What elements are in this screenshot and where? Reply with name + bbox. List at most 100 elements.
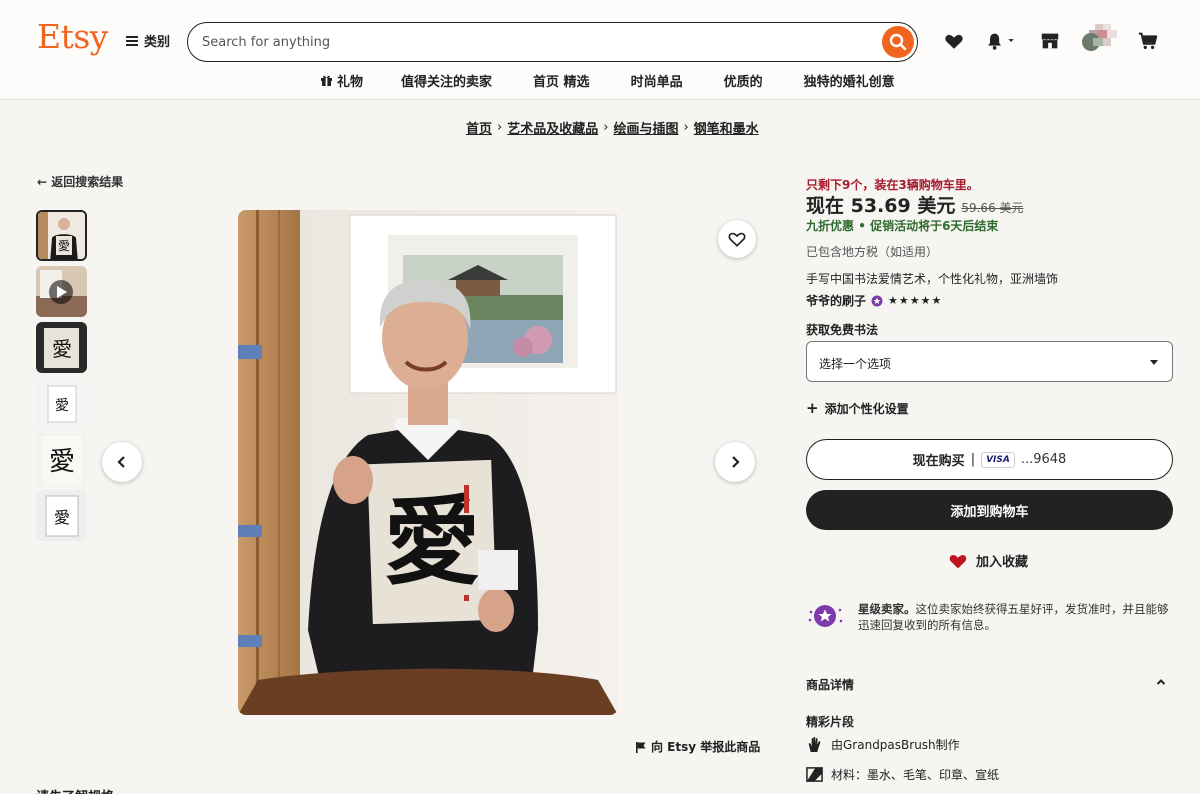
report-label: 向 Etsy 举报此商品 <box>651 740 761 754</box>
product-photo: 愛 <box>238 210 618 715</box>
star-seller-icon <box>808 605 843 627</box>
favorite-image-button[interactable] <box>718 220 756 258</box>
thumbnail-image: 愛 <box>36 378 87 429</box>
etsy-logo[interactable]: Etsy <box>37 17 108 56</box>
main-product-image[interactable]: 愛 <box>238 210 618 715</box>
nav-item-sellers[interactable]: 值得关注的卖家 <box>401 71 492 90</box>
price-row: 现在 53.69 美元 59.66 美元 <box>806 191 1024 218</box>
thumbnail-image: 愛 <box>36 490 87 541</box>
next-image-button[interactable] <box>715 442 755 482</box>
buy-now-label: 现在购买 <box>912 454 965 469</box>
breadcrumb-drawing[interactable]: 绘画与插图 <box>613 118 678 137</box>
nav-item-wedding[interactable]: 独特的婚礼创意 <box>804 71 895 90</box>
option-select-value: 选择一个选项 <box>819 357 892 371</box>
heart-filled-icon <box>949 554 967 568</box>
svg-text:愛: 愛 <box>52 337 72 361</box>
prev-image-button[interactable] <box>102 442 142 482</box>
svg-text:愛: 愛 <box>55 398 69 414</box>
nav-item-gifts[interactable]: 礼物 <box>320 71 363 90</box>
back-to-results-link[interactable]: ← 返回搜索结果 <box>37 173 123 190</box>
add-to-cart-button[interactable]: 添加到购物车 <box>806 490 1173 530</box>
star-seller-description: 星级卖家。这位卖家始终获得五星好评，发货准时，并且能够迅速回复收到的所有信息。 <box>858 601 1173 633</box>
separator: | <box>970 452 976 467</box>
thumbnail-6[interactable]: 愛 <box>36 490 87 541</box>
bullet: • <box>858 219 871 233</box>
breadcrumb-home[interactable]: 首页 <box>466 118 492 137</box>
highlight-materials: 材料：墨水、毛笔、印章、宣纸 <box>806 766 999 783</box>
star-seller-title: 星级卖家。 <box>858 602 916 616</box>
star-seller-notice: 星级卖家。这位卖家始终获得五星好评，发货准时，并且能够迅速回复收到的所有信息。 <box>806 601 1173 633</box>
breadcrumb: 首页 › 艺术品及收藏品 › 绘画与插图 › 钢笔和墨水 <box>466 118 759 137</box>
shop-info: 爷爷的刷子 ★★★★★ <box>806 292 942 309</box>
discount-label: 九折优惠 <box>806 219 855 233</box>
materials-text: 材料：墨水、毛笔、印章、宣纸 <box>831 768 1000 782</box>
cart-icon[interactable] <box>1137 30 1159 52</box>
thumbnail-1[interactable]: 愛 <box>36 210 87 261</box>
nav-label: 礼物 <box>337 75 364 90</box>
nav-item-quality[interactable]: 优质的 <box>724 71 763 90</box>
add-to-favorites-button[interactable]: 加入收藏 <box>948 551 1028 570</box>
hand-icon <box>808 737 821 753</box>
option-label: 获取免费书法 <box>806 323 879 337</box>
plus-icon: + <box>806 399 819 417</box>
option-select[interactable]: 选择一个选项 <box>806 341 1173 382</box>
tax-note: 已包含地方税（如适用） <box>806 245 939 259</box>
promo-line: 九折优惠 • 促销活动将于6天后结束 <box>806 217 998 234</box>
breadcrumb-separator: › <box>603 120 609 135</box>
thumbnail-image <box>36 266 87 317</box>
chevron-right-icon <box>732 456 740 468</box>
visa-card-icon: VISA <box>981 451 1015 468</box>
star-seller-badge-icon <box>871 295 883 306</box>
svg-text:愛: 愛 <box>49 447 75 477</box>
svg-text:愛: 愛 <box>54 508 70 527</box>
made-by-text: 由GrandpasBrush制作 <box>831 738 960 752</box>
thumbnail-image: 愛 <box>38 212 85 259</box>
materials-icon <box>806 767 823 782</box>
menu-icon <box>126 35 138 46</box>
thumbnail-2-video[interactable] <box>36 266 87 317</box>
search-input[interactable] <box>202 32 862 52</box>
thumbnail-image: 愛 <box>36 322 87 373</box>
svg-text:愛: 愛 <box>58 239 70 253</box>
categories-label: 类别 <box>144 35 171 50</box>
shop-name-link[interactable]: 爷爷的刷子 <box>806 292 866 309</box>
breadcrumb-pen-ink[interactable]: 钢笔和墨水 <box>694 118 759 137</box>
search-button[interactable] <box>882 26 914 58</box>
card-number: ...9648 <box>1020 452 1067 467</box>
add-personalization-button[interactable]: + 添加个性化设置 <box>806 399 909 417</box>
rating-stars: ★★★★★ <box>888 294 943 307</box>
size-notice-heading: 请先了解规格 <box>36 786 114 794</box>
thumbnail-5[interactable]: 愛 <box>36 434 87 485</box>
back-label: 返回搜索结果 <box>51 175 124 189</box>
breadcrumb-art[interactable]: 艺术品及收藏品 <box>507 118 598 137</box>
flag-icon <box>636 741 646 753</box>
gift-icon <box>321 75 332 86</box>
thumbnail-3[interactable]: 愛 <box>36 322 87 373</box>
site-header: Etsy 类别 Search for anything 礼物 值得关注的卖家 首… <box>0 0 1200 100</box>
nav-item-home[interactable]: 首页 精选 <box>533 71 590 90</box>
heart-outline-icon <box>728 232 746 247</box>
categories-button[interactable]: 类别 <box>126 31 170 50</box>
personalization-label: 添加个性化设置 <box>824 401 909 416</box>
item-details-toggle[interactable]: 商品详情 <box>806 676 1173 693</box>
details-label: 商品详情 <box>806 678 855 692</box>
favorite-label: 加入收藏 <box>976 555 1029 570</box>
buy-now-button[interactable]: 现在购买 | VISA ...9648 <box>806 439 1173 480</box>
nav-item-fashion[interactable]: 时尚单品 <box>631 71 683 90</box>
current-price: 现在 53.69 美元 <box>806 195 956 217</box>
heart-icon[interactable] <box>943 30 965 52</box>
highlight-made-by: 由GrandpasBrush制作 <box>806 736 960 753</box>
original-price: 59.66 美元 <box>961 201 1024 215</box>
product-title: 手写中国书法爱情艺术，个性化礼物，亚洲墙饰 <box>806 272 1059 286</box>
bell-icon[interactable] <box>983 30 1019 52</box>
search-bar <box>187 22 918 62</box>
thumbnail-4[interactable]: 愛 <box>36 378 87 429</box>
category-nav: 礼物 值得关注的卖家 首页 精选 时尚单品 优质的 独特的婚礼创意 <box>320 71 895 90</box>
report-listing-link[interactable]: 向 Etsy 举报此商品 <box>635 738 760 755</box>
chevron-up-icon <box>1156 679 1166 685</box>
avatar[interactable] <box>1081 24 1119 52</box>
breadcrumb-separator: › <box>497 120 503 135</box>
highlights-heading: 精彩片段 <box>806 715 855 729</box>
shop-icon[interactable] <box>1039 30 1061 52</box>
breadcrumb-separator: › <box>683 120 689 135</box>
